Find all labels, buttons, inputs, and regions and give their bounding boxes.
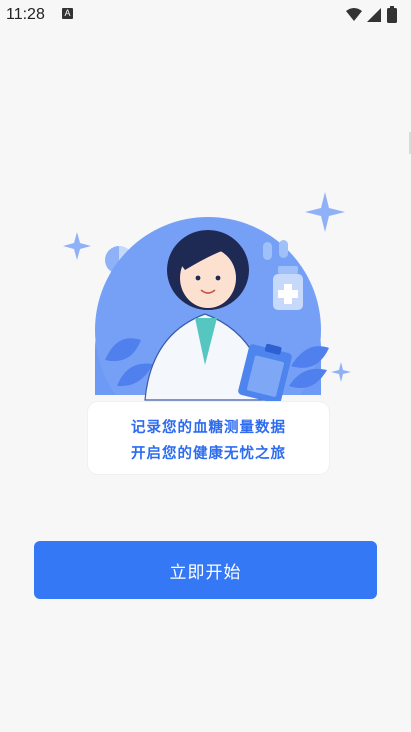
message-line-1: 记录您的血糖测量数据 [131,420,286,436]
wifi-icon [346,6,397,23]
notification-icon: A [62,8,73,19]
status-bar: 11:28 A [0,0,411,30]
sparkle-icon [305,192,345,232]
doctor-illustration [63,192,351,410]
signal-icon [367,8,381,22]
sparkle-icon [331,362,351,382]
start-button[interactable]: 立即开始 [34,541,377,599]
capsule-icon [263,242,272,260]
battery-icon [387,8,397,23]
status-icons [345,6,403,29]
status-time: 11:28 [6,6,45,23]
sparkle-icon [63,232,91,260]
message-line-2: 开启您的健康无忧之旅 [131,446,286,462]
message-card: 记录您的血糖测量数据 开启您的健康无忧之旅 [88,402,329,474]
